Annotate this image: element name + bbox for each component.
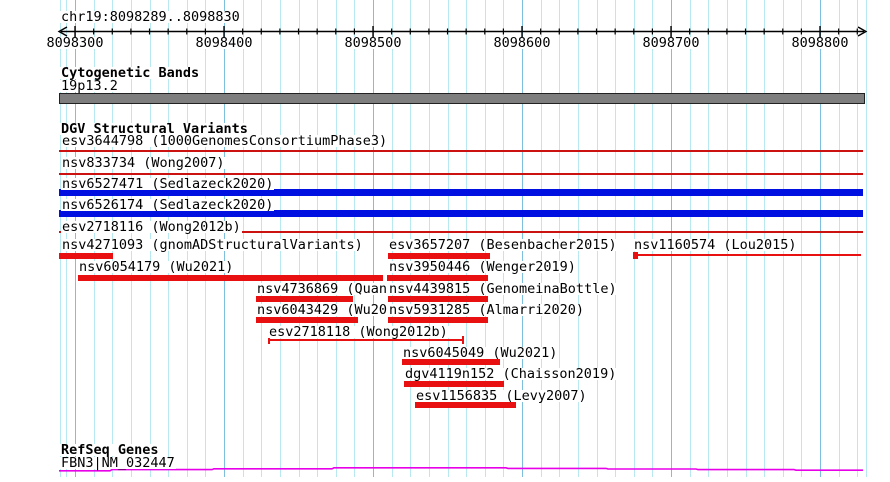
variant-label-nsv1160574[interactable]: nsv1160574 (Lou2015): [633, 238, 798, 252]
gene-model-polyline[interactable]: [59, 466, 863, 472]
variant-label-nsv6045049[interactable]: nsv6045049 (Wu2021): [402, 346, 559, 360]
region-title: chr19:8098289..8098830: [60, 9, 241, 25]
variant-label-nsv6526174[interactable]: nsv6526174 (Sedlazeck2020): [61, 198, 275, 212]
genome-browser: chr19:8098289..8098830 8098300 8098400 809…: [0, 0, 890, 482]
ruler-tick-label: 8098600: [492, 35, 552, 51]
variant-label-nsv5931285[interactable]: nsv5931285 (Almarri2020): [388, 303, 586, 317]
variant-label-esv1156835[interactable]: esv1156835 (Levy2007): [415, 389, 588, 403]
variant-label-nsv6054179[interactable]: nsv6054179 (Wu2021): [78, 260, 235, 274]
variant-label-nsv6527471[interactable]: nsv6527471 (Sedlazeck2020): [61, 177, 275, 191]
ruler-tick-label: 8098400: [194, 35, 254, 51]
variant-label-nsv833734[interactable]: nsv833734 (Wong2007): [61, 156, 226, 170]
variant-label-esv3644798[interactable]: esv3644798 (1000GenomesConsortiumPhase3): [61, 134, 389, 148]
ruler-tick-label: 8098300: [45, 35, 105, 51]
variant-label-dgv4119n152[interactable]: dgv4119n152 (Chaisson2019): [404, 367, 618, 381]
variant-label-nsv3950446[interactable]: nsv3950446 (Wenger2019): [388, 260, 577, 274]
variant-label-nsv4271093[interactable]: nsv4271093 (gnomADStructuralVariants): [61, 238, 364, 252]
variant-label-nsv4439815[interactable]: nsv4439815 (GenomeinaBottle): [388, 282, 618, 296]
ruler-tick-label: 8098500: [343, 35, 403, 51]
cytoband-label: 19p13.2: [60, 78, 119, 94]
variant-label-esv3657207[interactable]: esv3657207 (Besenbacher2015): [388, 238, 618, 252]
ruler-tick-label: 8098700: [641, 35, 701, 51]
ruler-tick-label: 8098800: [790, 35, 850, 51]
variant-label-esv2718118[interactable]: esv2718118 (Wong2012b): [268, 325, 449, 339]
refseq-gene-label: FBN3|NM_032447: [60, 455, 176, 471]
variant-label-esv2718116[interactable]: esv2718116 (Wong2012b): [61, 220, 242, 234]
